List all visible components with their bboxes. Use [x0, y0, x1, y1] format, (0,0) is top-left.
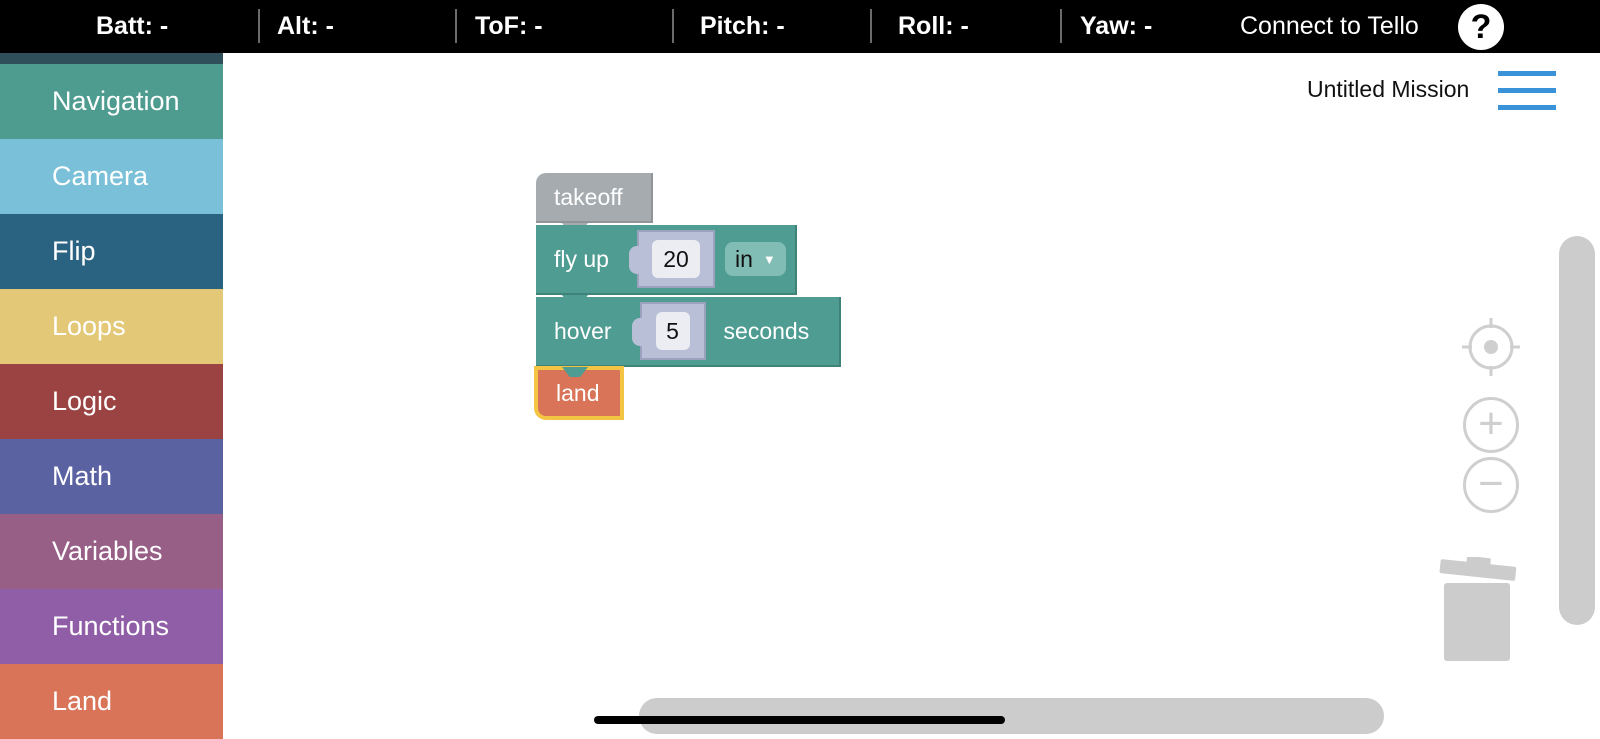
block-workspace[interactable] — [223, 53, 1600, 739]
category-camera[interactable]: Camera — [0, 139, 223, 214]
unit-dropdown[interactable]: in ▼ — [724, 242, 786, 276]
battery-value: - — [159, 12, 169, 40]
roll-status: Roll: - — [898, 0, 969, 53]
trash-can-icon[interactable] — [1438, 557, 1518, 661]
home-indicator — [594, 716, 1005, 724]
category-variables[interactable]: Variables — [0, 514, 223, 589]
category-navigation[interactable]: Navigation — [0, 64, 223, 139]
altitude-status: Alt: - — [277, 0, 334, 53]
connect-to-tello-button[interactable]: Connect to Tello — [1240, 0, 1419, 53]
yaw-label: Yaw: — [1080, 12, 1137, 40]
category-sidebar: Navigation Camera Flip Loops Logic Math … — [0, 53, 223, 739]
status-bar: Batt: - Alt: - ToF: - Pitch: - Roll: - Y… — [0, 0, 1600, 53]
fly-up-value-slot: 20 — [628, 230, 715, 288]
hover-block[interactable]: hover 5 seconds — [536, 297, 841, 367]
plus-icon: + — [1478, 399, 1504, 448]
sidebar-top-strip — [0, 53, 223, 64]
category-math[interactable]: Math — [0, 439, 223, 514]
hover-seconds-label: seconds — [723, 317, 810, 344]
yaw-status: Yaw: - — [1080, 0, 1152, 53]
pitch-value: - — [776, 12, 785, 40]
category-logic[interactable]: Logic — [0, 364, 223, 439]
unit-dropdown-value: in — [734, 245, 753, 272]
vertical-scrollbar[interactable] — [1559, 236, 1595, 625]
altitude-value: - — [325, 12, 334, 40]
battery-status: Batt: - — [96, 0, 168, 53]
category-land[interactable]: Land — [0, 664, 223, 739]
battery-label: Batt: — [96, 12, 153, 40]
land-block-label: land — [556, 379, 600, 406]
divider — [870, 9, 872, 43]
altitude-label: Alt: — [277, 12, 319, 40]
pitch-status: Pitch: - — [700, 0, 785, 53]
takeoff-block[interactable]: takeoff — [536, 173, 653, 223]
zoom-out-button[interactable]: − — [1463, 457, 1519, 513]
tof-label: ToF: — [475, 12, 528, 40]
hover-value-slot: 5 — [631, 302, 706, 360]
divider — [455, 9, 457, 43]
divider — [1060, 9, 1062, 43]
hamburger-menu-icon[interactable] — [1498, 71, 1556, 111]
minus-icon: − — [1478, 459, 1504, 508]
hover-block-label: hover — [554, 317, 612, 344]
yaw-value: - — [1143, 12, 1153, 40]
zoom-in-button[interactable]: + — [1463, 397, 1519, 453]
category-loops[interactable]: Loops — [0, 289, 223, 364]
fly-up-distance-input[interactable]: 20 — [651, 240, 700, 278]
chevron-down-icon: ▼ — [762, 251, 776, 267]
mission-title[interactable]: Untitled Mission — [1307, 76, 1469, 103]
category-flip[interactable]: Flip — [0, 214, 223, 289]
roll-label: Roll: — [898, 12, 954, 40]
divider — [258, 9, 260, 43]
category-functions[interactable]: Functions — [0, 589, 223, 664]
roll-value: - — [960, 12, 969, 40]
hover-duration-input[interactable]: 5 — [655, 312, 690, 350]
tof-status: ToF: - — [475, 0, 543, 53]
divider — [672, 9, 674, 43]
question-mark-icon[interactable]: ? — [1458, 4, 1504, 50]
fly-up-block-label: fly up — [554, 245, 609, 272]
fly-up-block[interactable]: fly up 20 in ▼ — [536, 225, 797, 295]
pitch-label: Pitch: — [700, 12, 770, 40]
crosshair-target-icon[interactable] — [1462, 318, 1520, 376]
tof-value: - — [534, 12, 543, 40]
takeoff-block-label: takeoff — [554, 183, 623, 210]
